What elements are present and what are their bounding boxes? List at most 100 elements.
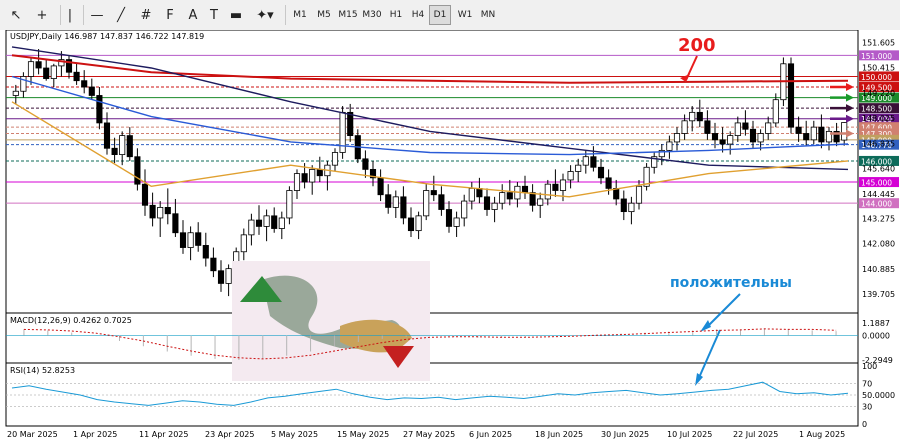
candle-body xyxy=(331,152,339,166)
candle-body xyxy=(271,215,278,229)
candle-body xyxy=(453,217,460,227)
candle-body xyxy=(12,90,19,96)
y-tick-label: 149.220 xyxy=(862,89,895,98)
horizontal-line-tool-icon[interactable]: — xyxy=(87,5,107,25)
candle-body xyxy=(491,202,498,210)
timeframe-m1[interactable]: M1 xyxy=(289,5,311,25)
y-tick-label: 151.605 xyxy=(862,39,895,48)
rsi-y-tick-label: 100 xyxy=(862,362,877,371)
candle-body xyxy=(734,122,741,136)
level-price-label: 151.000 xyxy=(861,52,892,61)
timeframe-m15[interactable]: M15 xyxy=(337,5,359,25)
channel-tool-icon[interactable]: # xyxy=(136,5,156,25)
crosshair-tool-icon[interactable]: + xyxy=(32,5,52,25)
x-tick-label: 27 May 2025 xyxy=(403,430,455,439)
level-pointer-arrowhead xyxy=(846,114,854,123)
trendline-tool-icon[interactable]: ╱ xyxy=(111,5,131,25)
candle-body xyxy=(681,120,688,134)
candle-body xyxy=(293,173,301,191)
candle-body xyxy=(407,217,415,232)
candle-body xyxy=(499,192,506,204)
candle-body xyxy=(544,183,551,200)
candle-body xyxy=(749,128,757,143)
candle-body xyxy=(415,215,422,232)
candle-body xyxy=(423,190,430,217)
timeframe-d1[interactable]: D1 xyxy=(429,5,451,25)
macd-title: MACD(12,26,9) 0.4262 0.7025 xyxy=(10,316,132,325)
fibonacci-tool-icon[interactable]: F xyxy=(160,5,180,25)
candle-body xyxy=(187,232,194,248)
x-tick-label: 23 Apr 2025 xyxy=(205,430,254,439)
candle-body xyxy=(96,95,103,124)
candle-body xyxy=(217,270,225,284)
x-tick-label: 1 Apr 2025 xyxy=(73,430,117,439)
annotation-arrow xyxy=(697,329,721,381)
toolbar-separator xyxy=(83,5,84,25)
annotation-arrowhead xyxy=(700,320,711,332)
candle-body xyxy=(111,147,118,156)
symbol-header: USDJPY,Daily 146.987 147.837 146.722 147… xyxy=(10,32,204,41)
candle-body xyxy=(141,183,149,206)
candle-body xyxy=(210,257,217,272)
candle-body xyxy=(597,166,605,179)
macd-y-tick-label: 0.0000 xyxy=(862,332,890,341)
candle-body xyxy=(263,215,270,227)
toolbar: ↖ + | — ╱ # F A T ▬ ✦▾ M1 M5 M15 M30 H1 H4 D1 W1 MN xyxy=(0,0,900,31)
y-tick-label: 148.025 xyxy=(862,114,895,123)
candle-body xyxy=(240,234,247,253)
candle-body xyxy=(742,122,749,130)
candle-body xyxy=(582,156,589,166)
candle-body xyxy=(803,133,810,141)
positive-annotation: положительны xyxy=(670,275,792,291)
shapes-tool-icon[interactable]: ✦▾ xyxy=(253,5,277,25)
candle-body xyxy=(81,80,88,88)
candle-body xyxy=(765,122,772,134)
timeframe-m5[interactable]: M5 xyxy=(313,5,335,25)
candle-body xyxy=(400,196,407,219)
candle-body xyxy=(316,168,323,177)
y-tick-label: 150.415 xyxy=(862,64,895,73)
candle-body xyxy=(248,219,255,236)
x-tick-label: 11 Apr 2025 xyxy=(139,430,188,439)
rsi-y-tick-label: 70 xyxy=(862,379,872,388)
candle-body xyxy=(787,63,795,128)
level-pointer-arrowhead xyxy=(846,104,854,113)
timeframe-h4[interactable]: H4 xyxy=(407,5,429,25)
timeframe-h1[interactable]: H1 xyxy=(385,5,407,25)
timeframe-m30[interactable]: M30 xyxy=(361,5,383,25)
timeframe-mn[interactable]: MN xyxy=(477,5,499,25)
rectangle-tool-icon[interactable]: ▬ xyxy=(226,5,246,25)
chart-canvas[interactable]: 151.000150.000149.500149.000148.500148.0… xyxy=(0,29,900,444)
candle-body xyxy=(628,202,635,213)
ma200-annotation: 200 xyxy=(678,35,716,56)
candle-body xyxy=(757,133,764,143)
candle-body xyxy=(103,122,111,149)
vertical-line-tool-icon[interactable]: | xyxy=(60,5,80,25)
candle-body xyxy=(347,111,354,136)
candle-body xyxy=(392,196,399,208)
chart-area[interactable]: 151.000 150.000 149.500 149.000 148.500 148.0… xyxy=(0,29,900,444)
timeframe-w1[interactable]: W1 xyxy=(454,5,476,25)
candle-body xyxy=(461,200,468,219)
candle-body xyxy=(605,177,612,189)
label-tool-icon[interactable]: T xyxy=(204,5,224,25)
x-tick-label: 15 May 2025 xyxy=(337,430,389,439)
y-tick-label: 142.080 xyxy=(862,240,895,249)
rsi-y-tick-label: 30 xyxy=(862,403,872,412)
candle-body xyxy=(27,61,35,77)
candle-body xyxy=(157,207,164,219)
candle-body xyxy=(689,111,696,122)
candle-body xyxy=(225,268,232,284)
candle-body xyxy=(537,198,544,206)
text-tool-icon[interactable]: A xyxy=(183,5,203,25)
annotation-arrowhead xyxy=(695,373,703,386)
candle-body xyxy=(635,185,643,204)
level-price-label: 150.000 xyxy=(861,73,892,82)
candle-body xyxy=(673,133,681,143)
candle-body xyxy=(35,61,42,69)
candle-body xyxy=(195,232,202,246)
candle-body xyxy=(301,173,308,183)
cursor-tool-icon[interactable]: ↖ xyxy=(6,5,26,25)
level-price-label: 145.000 xyxy=(861,179,892,188)
candle-body xyxy=(567,171,574,181)
